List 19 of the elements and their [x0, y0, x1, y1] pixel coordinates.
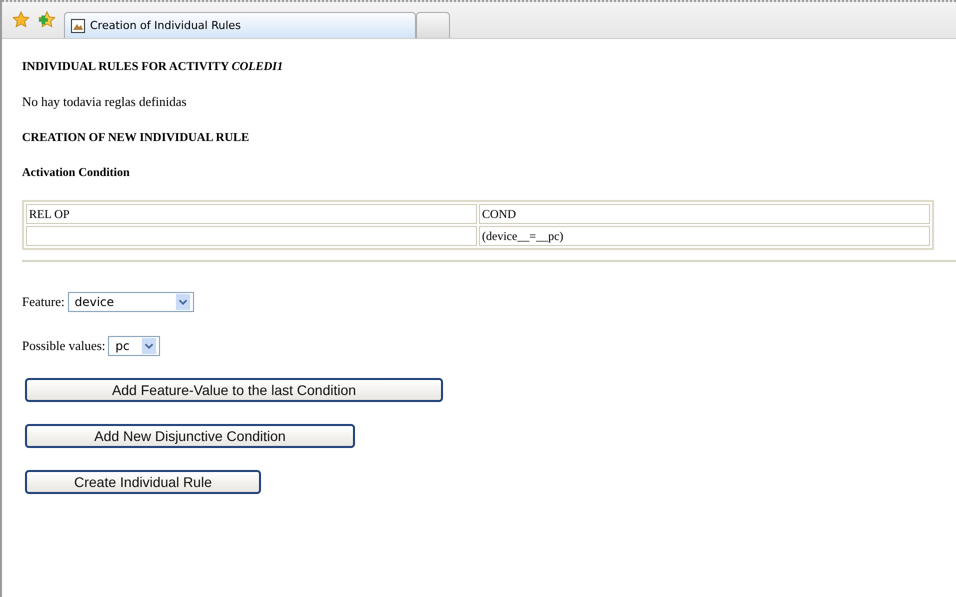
star-icon[interactable] [12, 11, 30, 29]
action-button[interactable]: Create Individual Rule [25, 470, 261, 494]
field-label: Possible values: [22, 338, 106, 354]
column-header: COND [479, 204, 930, 224]
value-dropdown[interactable]: pc [108, 336, 160, 356]
action-button[interactable]: Add New Disjunctive Condition [25, 424, 355, 448]
browser-tab[interactable]: Creation of Individual Rules [64, 12, 416, 38]
table-cell: (device__=__pc) [479, 226, 930, 246]
subsection-title: Activation Condition [22, 165, 131, 180]
feature-dropdown[interactable]: device [68, 292, 194, 312]
section-title: CREATION OF NEW INDIVIDUAL RULE [22, 130, 250, 145]
status-message: No hay todavia reglas definidas [22, 94, 188, 110]
field-label: Feature: [22, 294, 65, 310]
page-heading: INDIVIDUAL RULES FOR ACTIVITY COLEDI1 [22, 59, 284, 74]
new-tab-button[interactable] [416, 12, 450, 38]
add-star-icon[interactable] [38, 11, 56, 29]
action-button[interactable]: Add Feature-Value to the last Condition [25, 378, 443, 402]
column-header: REL OP [26, 204, 477, 224]
page-icon [71, 18, 85, 32]
